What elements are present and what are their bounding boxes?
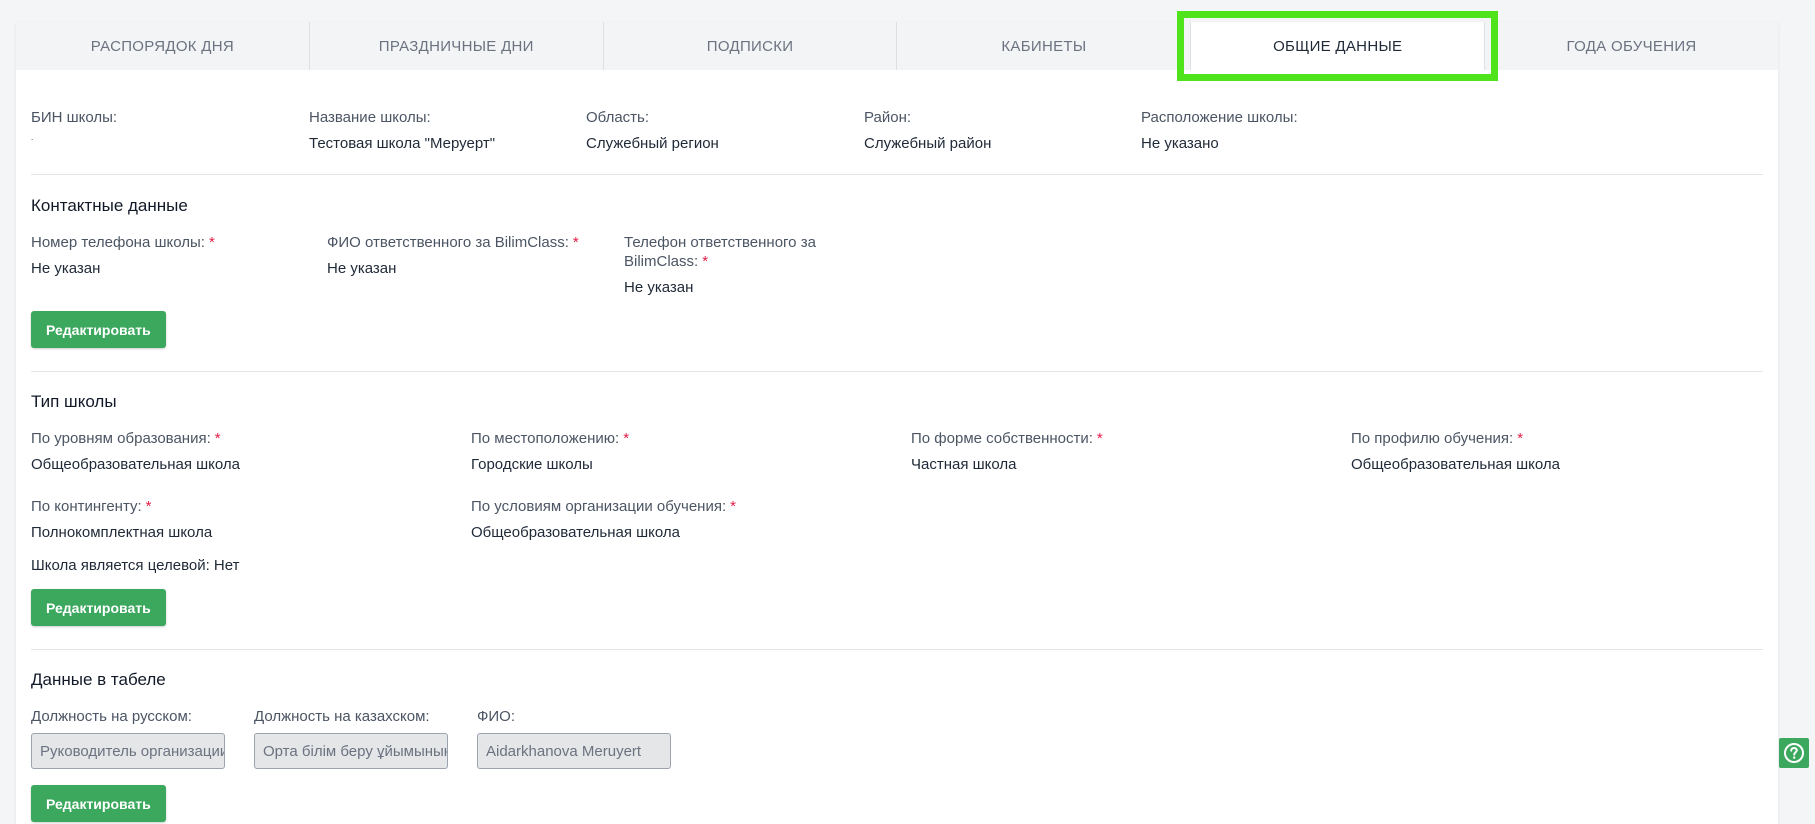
ownership-value: Частная школа: [911, 456, 1017, 473]
tab-classrooms[interactable]: КАБИНЕТЫ: [897, 22, 1192, 70]
required-mark: *: [702, 253, 709, 270]
location-type-value: Городские школы: [471, 456, 593, 473]
divider: [31, 649, 1763, 650]
required-mark: *: [1096, 430, 1103, 447]
fio-input[interactable]: Aidarkhanova Meruyert: [477, 733, 671, 769]
tab-bar: РАСПОРЯДОК ДНЯ ПРАЗДНИЧНЫЕ ДНИ ПОДПИСКИ …: [16, 11, 1778, 81]
education-levels-value: Общеобразовательная школа: [31, 456, 240, 473]
help-button[interactable]: [1779, 738, 1809, 768]
study-conditions-value: Общеобразовательная школа: [471, 524, 680, 541]
school-type-section-title: Тип школы: [31, 392, 117, 411]
fio-label: ФИО:: [477, 708, 516, 725]
required-mark: *: [214, 430, 221, 447]
tab-daily-schedule[interactable]: РАСПОРЯДОК ДНЯ: [16, 22, 310, 70]
required-mark: *: [623, 430, 630, 447]
district-value: Служебный район: [864, 135, 992, 152]
required-mark: *: [208, 234, 215, 251]
tab-school-years[interactable]: ГОДА ОБУЧЕНИЯ: [1485, 22, 1778, 70]
divider: [31, 371, 1763, 372]
school-name-value: Тестовая школа "Меруерт": [309, 135, 496, 152]
required-mark: *: [145, 498, 152, 515]
responsible-phone-value: Не указан: [624, 279, 694, 296]
contingent-value: Полнокомплектная школа: [31, 524, 213, 541]
target-school-text: Школа является целевой: Нет: [31, 557, 240, 574]
contacts-section-title: Контактные данные: [31, 196, 188, 215]
school-name-label: Название школы:: [309, 109, 431, 126]
school-phone-label: Номер телефона школы: *: [31, 234, 215, 251]
tab-holidays[interactable]: ПРАЗДНИЧНЫЕ ДНИ: [310, 22, 604, 70]
school-location-label: Расположение школы:: [1141, 109, 1298, 126]
school-location-value: Не указано: [1141, 135, 1219, 152]
edit-contacts-button[interactable]: Редактировать: [31, 311, 166, 348]
question-circle-icon: [1784, 743, 1804, 763]
timesheet-section-title: Данные в табеле: [31, 670, 166, 689]
position-ru-input[interactable]: Руководитель организации: [31, 733, 225, 769]
position-kz-label: Должность на казахском:: [254, 708, 430, 725]
tab-subscriptions[interactable]: ПОДПИСКИ: [604, 22, 898, 70]
study-conditions-label: По условиям организации обучения: *: [471, 498, 736, 515]
divider: [31, 174, 1763, 175]
study-profile-value: Общеобразовательная школа: [1351, 456, 1560, 473]
ownership-label: По форме собственности: *: [911, 430, 1103, 447]
tab-general-data[interactable]: ОБЩИЕ ДАННЫЕ: [1177, 11, 1498, 81]
education-levels-label: По уровням образования: *: [31, 430, 221, 447]
responsible-phone-label: Телефон ответственного за BilimClass: *: [624, 234, 816, 270]
settings-card: РАСПОРЯДОК ДНЯ ПРАЗДНИЧНЫЕ ДНИ ПОДПИСКИ …: [16, 11, 1778, 824]
edit-school-type-button[interactable]: Редактировать: [31, 589, 166, 626]
bin-label: БИН школы:: [31, 109, 118, 126]
required-mark: *: [572, 234, 579, 251]
required-mark: *: [730, 498, 736, 515]
required-mark: *: [1517, 430, 1524, 447]
location-type-label: По местоположению: *: [471, 430, 630, 447]
edit-timesheet-button[interactable]: Редактировать: [31, 785, 166, 822]
responsible-name-value: Не указан: [327, 260, 397, 277]
responsible-name-label: ФИО ответственного за BilimClass: *: [327, 234, 579, 251]
study-profile-label: По профилю обучения: *: [1351, 430, 1524, 447]
region-value: Служебный регион: [586, 135, 719, 152]
contingent-label: По контингенту: *: [31, 498, 152, 515]
district-label: Район:: [864, 109, 912, 126]
position-ru-label: Должность на русском:: [31, 708, 192, 725]
school-phone-value: Не указан: [31, 260, 101, 277]
position-kz-input[interactable]: Орта білім беру ұйымының: [254, 733, 448, 769]
bin-value: .: [31, 133, 34, 142]
region-label: Область:: [586, 109, 650, 126]
